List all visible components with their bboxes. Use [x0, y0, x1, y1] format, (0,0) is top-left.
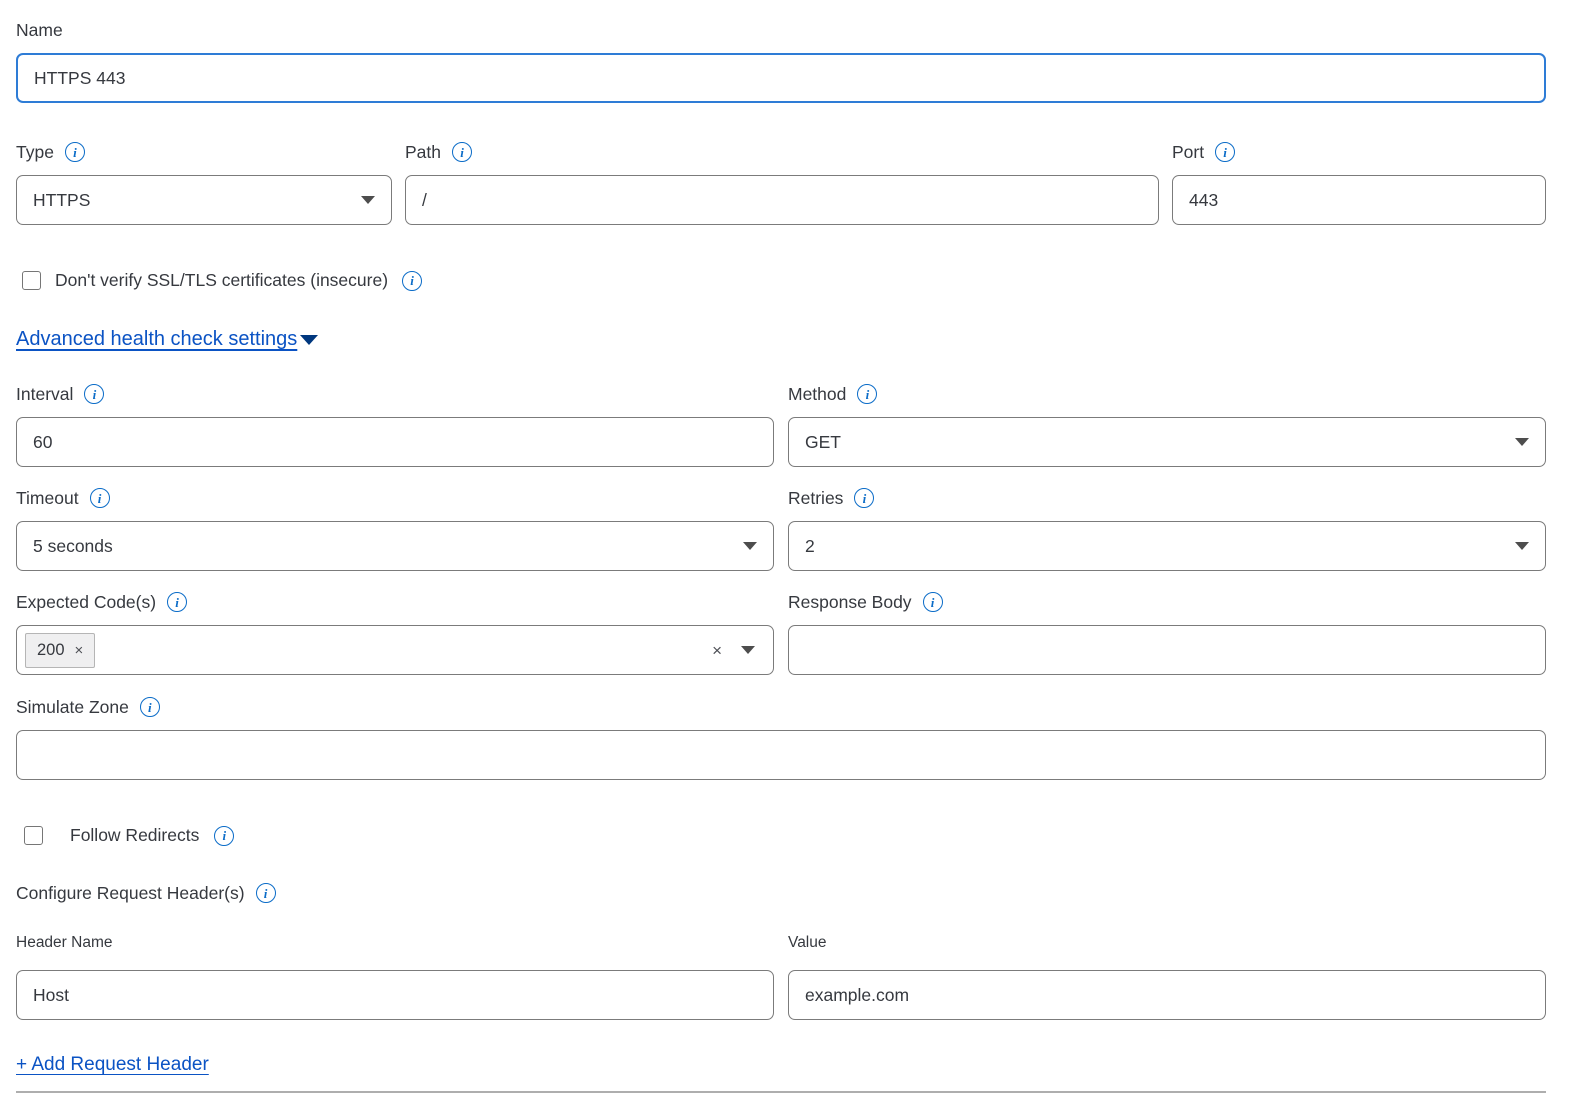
- expected-codes-info-icon[interactable]: i: [167, 592, 187, 612]
- timeout-label-row: Timeout i: [16, 486, 774, 510]
- advanced-settings-link[interactable]: Advanced health check settings: [16, 328, 318, 351]
- path-field: Path i: [405, 140, 1159, 225]
- simulate-zone-label: Simulate Zone: [16, 697, 129, 718]
- add-request-header-link[interactable]: + Add Request Header: [16, 1054, 209, 1075]
- port-field: Port i: [1172, 140, 1546, 225]
- port-info-icon[interactable]: i: [1215, 142, 1235, 162]
- code-tag-value: 200: [37, 641, 65, 660]
- interval-method-row: Interval i Method i GET: [16, 382, 1546, 467]
- path-label-row: Path i: [405, 140, 1159, 164]
- simulate-zone-info-icon[interactable]: i: [140, 697, 160, 717]
- retries-label: Retries: [788, 488, 843, 509]
- expected-codes-label: Expected Code(s): [16, 592, 156, 613]
- advanced-settings-link-label: Advanced health check settings: [16, 328, 297, 351]
- expected-codes-multiselect[interactable]: 200 × ×: [16, 625, 774, 675]
- path-input[interactable]: [405, 175, 1159, 225]
- ssl-verify-checkbox[interactable]: [22, 271, 41, 290]
- method-label-row: Method i: [788, 382, 1546, 406]
- interval-label-row: Interval i: [16, 382, 774, 406]
- response-body-field: Response Body i: [788, 590, 1546, 675]
- advanced-link-row: Advanced health check settings: [16, 328, 1546, 351]
- simulate-zone-label-row: Simulate Zone i: [16, 695, 1546, 719]
- triangle-down-icon: [300, 335, 318, 345]
- timeout-select[interactable]: 5 seconds: [16, 521, 774, 571]
- path-label: Path: [405, 142, 441, 163]
- response-body-info-icon[interactable]: i: [923, 592, 943, 612]
- ssl-info-icon[interactable]: i: [402, 271, 422, 291]
- timeout-info-icon[interactable]: i: [90, 488, 110, 508]
- header-value-field: Value: [788, 934, 1546, 1020]
- tag-remove-icon[interactable]: ×: [75, 643, 84, 658]
- type-select-value: HTTPS: [33, 190, 90, 211]
- name-input[interactable]: [16, 53, 1546, 103]
- follow-redirects-checkbox[interactable]: [24, 826, 43, 845]
- header-row: Header Name Value: [16, 934, 1546, 1020]
- interval-input[interactable]: [16, 417, 774, 467]
- response-body-input[interactable]: [788, 625, 1546, 675]
- ssl-checkbox-label: Don't verify SSL/TLS certificates (insec…: [55, 270, 388, 291]
- path-info-icon[interactable]: i: [452, 142, 472, 162]
- follow-redirects-row: Follow Redirects i: [16, 825, 1546, 846]
- multiselect-controls: ×: [712, 642, 755, 659]
- retries-info-icon[interactable]: i: [854, 488, 874, 508]
- interval-field: Interval i: [16, 382, 774, 467]
- retries-select-value: 2: [805, 536, 815, 557]
- expected-codes-label-row: Expected Code(s) i: [16, 590, 774, 614]
- section-divider: [16, 1091, 1546, 1093]
- chevron-down-icon: [743, 542, 757, 550]
- method-select-value: GET: [805, 432, 841, 453]
- header-name-input[interactable]: [16, 970, 774, 1020]
- port-input[interactable]: [1172, 175, 1546, 225]
- timeout-field: Timeout i 5 seconds: [16, 486, 774, 571]
- type-select[interactable]: HTTPS: [16, 175, 392, 225]
- chevron-down-icon[interactable]: [741, 646, 755, 654]
- request-headers-label-row: Configure Request Header(s) i: [16, 881, 1546, 905]
- type-label: Type: [16, 142, 54, 163]
- method-select[interactable]: GET: [788, 417, 1546, 467]
- retries-label-row: Retries i: [788, 486, 1546, 510]
- retries-field: Retries i 2: [788, 486, 1546, 571]
- interval-info-icon[interactable]: i: [84, 384, 104, 404]
- chevron-down-icon: [361, 196, 375, 204]
- port-label-row: Port i: [1172, 140, 1546, 164]
- response-body-label: Response Body: [788, 592, 912, 613]
- type-path-port-row: Type i HTTPS Path i Port i: [16, 140, 1546, 225]
- add-header-row: + Add Request Header: [16, 1054, 1546, 1076]
- timeout-label: Timeout: [16, 488, 79, 509]
- name-label-row: Name: [16, 18, 1546, 42]
- port-label: Port: [1172, 142, 1204, 163]
- response-body-label-row: Response Body i: [788, 590, 1546, 614]
- timeout-retries-row: Timeout i 5 seconds Retries i 2: [16, 486, 1546, 571]
- health-check-form: Name Type i HTTPS Path i Port i: [0, 0, 1570, 1093]
- chevron-down-icon: [1515, 542, 1529, 550]
- interval-label: Interval: [16, 384, 73, 405]
- clear-all-icon[interactable]: ×: [712, 642, 722, 659]
- method-info-icon[interactable]: i: [857, 384, 877, 404]
- name-label: Name: [16, 20, 63, 41]
- header-value-input[interactable]: [788, 970, 1546, 1020]
- follow-redirects-label: Follow Redirects: [70, 825, 199, 846]
- header-name-field: Header Name: [16, 934, 774, 1020]
- header-name-label: Header Name: [16, 934, 774, 954]
- request-headers-info-icon[interactable]: i: [256, 883, 276, 903]
- type-label-row: Type i: [16, 140, 392, 164]
- header-value-label: Value: [788, 934, 1546, 954]
- timeout-select-value: 5 seconds: [33, 536, 113, 557]
- request-headers-label: Configure Request Header(s): [16, 883, 245, 904]
- retries-select[interactable]: 2: [788, 521, 1546, 571]
- codes-body-row: Expected Code(s) i 200 × × Response Body…: [16, 590, 1546, 675]
- simulate-zone-field: Simulate Zone i: [16, 695, 1546, 780]
- ssl-checkbox-row: Don't verify SSL/TLS certificates (insec…: [16, 270, 1546, 291]
- follow-redirects-info-icon[interactable]: i: [214, 826, 234, 846]
- method-field: Method i GET: [788, 382, 1546, 467]
- type-info-icon[interactable]: i: [65, 142, 85, 162]
- simulate-zone-input[interactable]: [16, 730, 1546, 780]
- chevron-down-icon: [1515, 438, 1529, 446]
- expected-codes-field: Expected Code(s) i 200 × ×: [16, 590, 774, 675]
- code-tag: 200 ×: [25, 633, 95, 668]
- method-label: Method: [788, 384, 846, 405]
- type-field: Type i HTTPS: [16, 140, 392, 225]
